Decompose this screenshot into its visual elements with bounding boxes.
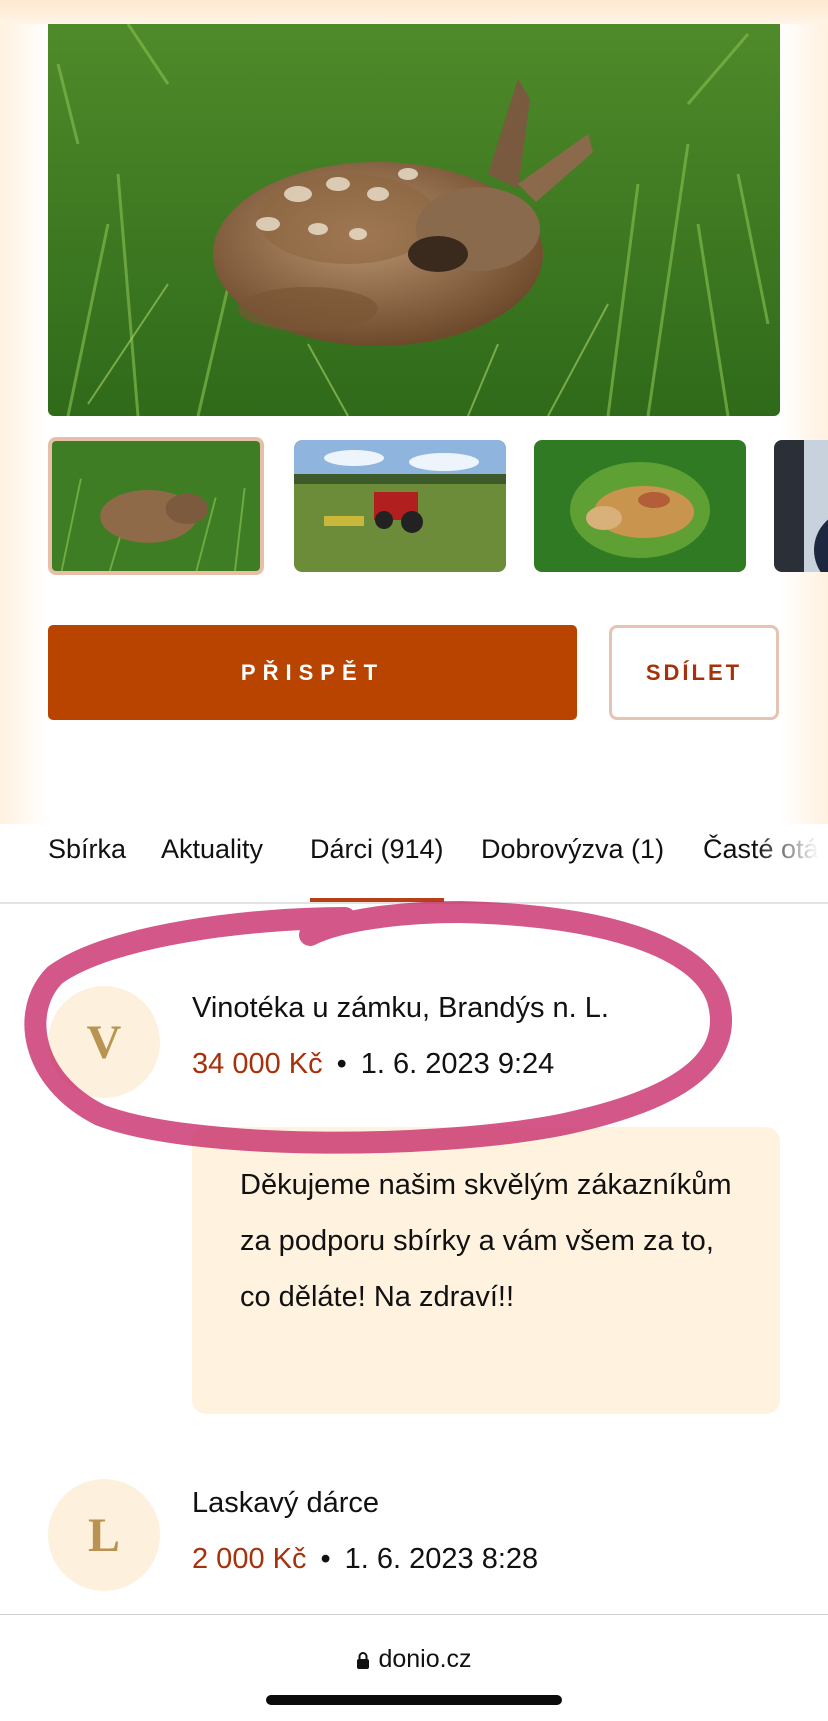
home-indicator[interactable] bbox=[266, 1695, 562, 1705]
right-background-glow bbox=[780, 24, 828, 824]
separator-dot: • bbox=[320, 1543, 331, 1575]
donor-name: Laskavý dárce bbox=[192, 1487, 379, 1519]
separator-dot: • bbox=[336, 1048, 347, 1080]
thumbnail-person[interactable] bbox=[774, 440, 828, 572]
donation-date: 1. 6. 2023 9:24 bbox=[360, 1048, 555, 1080]
donation-amount: 2 000 Kč bbox=[192, 1543, 307, 1575]
avatar: L bbox=[48, 1479, 160, 1591]
donation-meta: 34 000 Kč • 1. 6. 2023 9:24 bbox=[192, 1048, 554, 1081]
donation-meta: 2 000 Kč • 1. 6. 2023 8:28 bbox=[192, 1543, 538, 1576]
browser-bottom-bar: donio.cz bbox=[0, 1614, 828, 1721]
thumbnail-injured-fawn[interactable] bbox=[534, 440, 746, 572]
share-button[interactable]: SDÍLET bbox=[609, 625, 779, 720]
photo-thumbnail-strip[interactable] bbox=[48, 437, 828, 577]
donor-name: Vinotéka u zámku, Brandýs n. L. bbox=[192, 992, 609, 1024]
top-status-strip bbox=[0, 0, 828, 24]
avatar: V bbox=[48, 986, 160, 1098]
tab-caste-otazky[interactable]: Časté otá bbox=[703, 834, 819, 865]
tab-aktuality[interactable]: Aktuality bbox=[161, 834, 263, 865]
lock-icon bbox=[356, 1647, 370, 1676]
tab-darci[interactable]: Dárci (914) bbox=[310, 834, 444, 902]
left-background-glow bbox=[0, 24, 48, 824]
main-photo-fawn-in-grass[interactable] bbox=[48, 24, 780, 416]
tab-dobrovyzva[interactable]: Dobrovýzva (1) bbox=[481, 834, 664, 865]
donation-date: 1. 6. 2023 8:28 bbox=[344, 1543, 539, 1575]
donation-amount: 34 000 Kč bbox=[192, 1048, 323, 1080]
contribute-button[interactable]: PŘISPĚT bbox=[48, 625, 577, 720]
section-tabs: Sbírka Aktuality Dárci (914) Dobrovýzva … bbox=[0, 820, 828, 904]
thumbnail-fawn[interactable] bbox=[48, 437, 264, 575]
url-text: donio.cz bbox=[378, 1645, 472, 1673]
address-bar[interactable]: donio.cz bbox=[0, 1645, 828, 1676]
thumbnail-tractor-mowing[interactable] bbox=[294, 440, 506, 572]
donor-message: Děkujeme našim skvělým zákazníkům za pod… bbox=[192, 1127, 780, 1414]
tab-sbirka[interactable]: Sbírka bbox=[48, 834, 126, 865]
